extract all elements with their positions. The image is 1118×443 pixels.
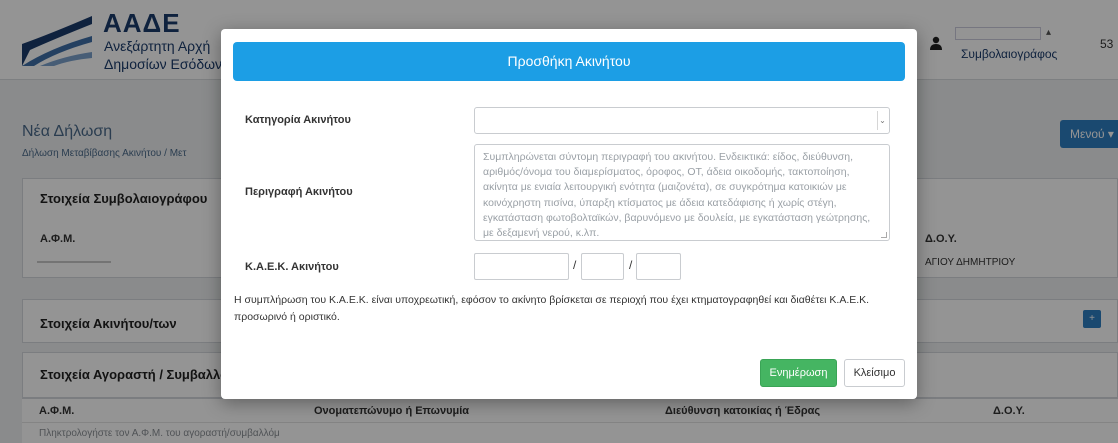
kaek-info-text: Η συμπλήρωση του Κ.Α.Ε.Κ. είναι υποχρεωτ… (234, 294, 870, 323)
description-label: Περιγραφή Ακινήτου (245, 186, 353, 198)
category-select[interactable]: ⌄ (474, 107, 890, 134)
close-button[interactable]: Κλείσιμο (844, 359, 905, 387)
kaek-label: Κ.Α.Ε.Κ. Ακινήτου (245, 261, 339, 273)
description-placeholder: Συμπληρώνεται σύντομη περιγραφή του ακιν… (483, 151, 871, 240)
category-label: Κατηγορία Ακινήτου (245, 114, 351, 126)
kaek-input-part1[interactable] (474, 253, 569, 280)
resize-handle-icon[interactable] (881, 232, 887, 238)
chevron-down-icon[interactable]: ⌄ (877, 111, 887, 130)
kaek-input-part2[interactable] (581, 253, 624, 280)
update-button[interactable]: Ενημέρωση (760, 359, 837, 387)
add-property-modal: Προσθήκη Ακινήτου Κατηγορία Ακινήτου ⌄ Π… (221, 29, 917, 399)
kaek-separator: / (629, 258, 633, 272)
kaek-input-part3[interactable] (636, 253, 681, 280)
modal-title: Προσθήκη Ακινήτου (233, 42, 905, 81)
description-textarea[interactable]: Συμπληρώνεται σύντομη περιγραφή του ακιν… (474, 144, 890, 241)
kaek-separator: / (573, 258, 577, 272)
